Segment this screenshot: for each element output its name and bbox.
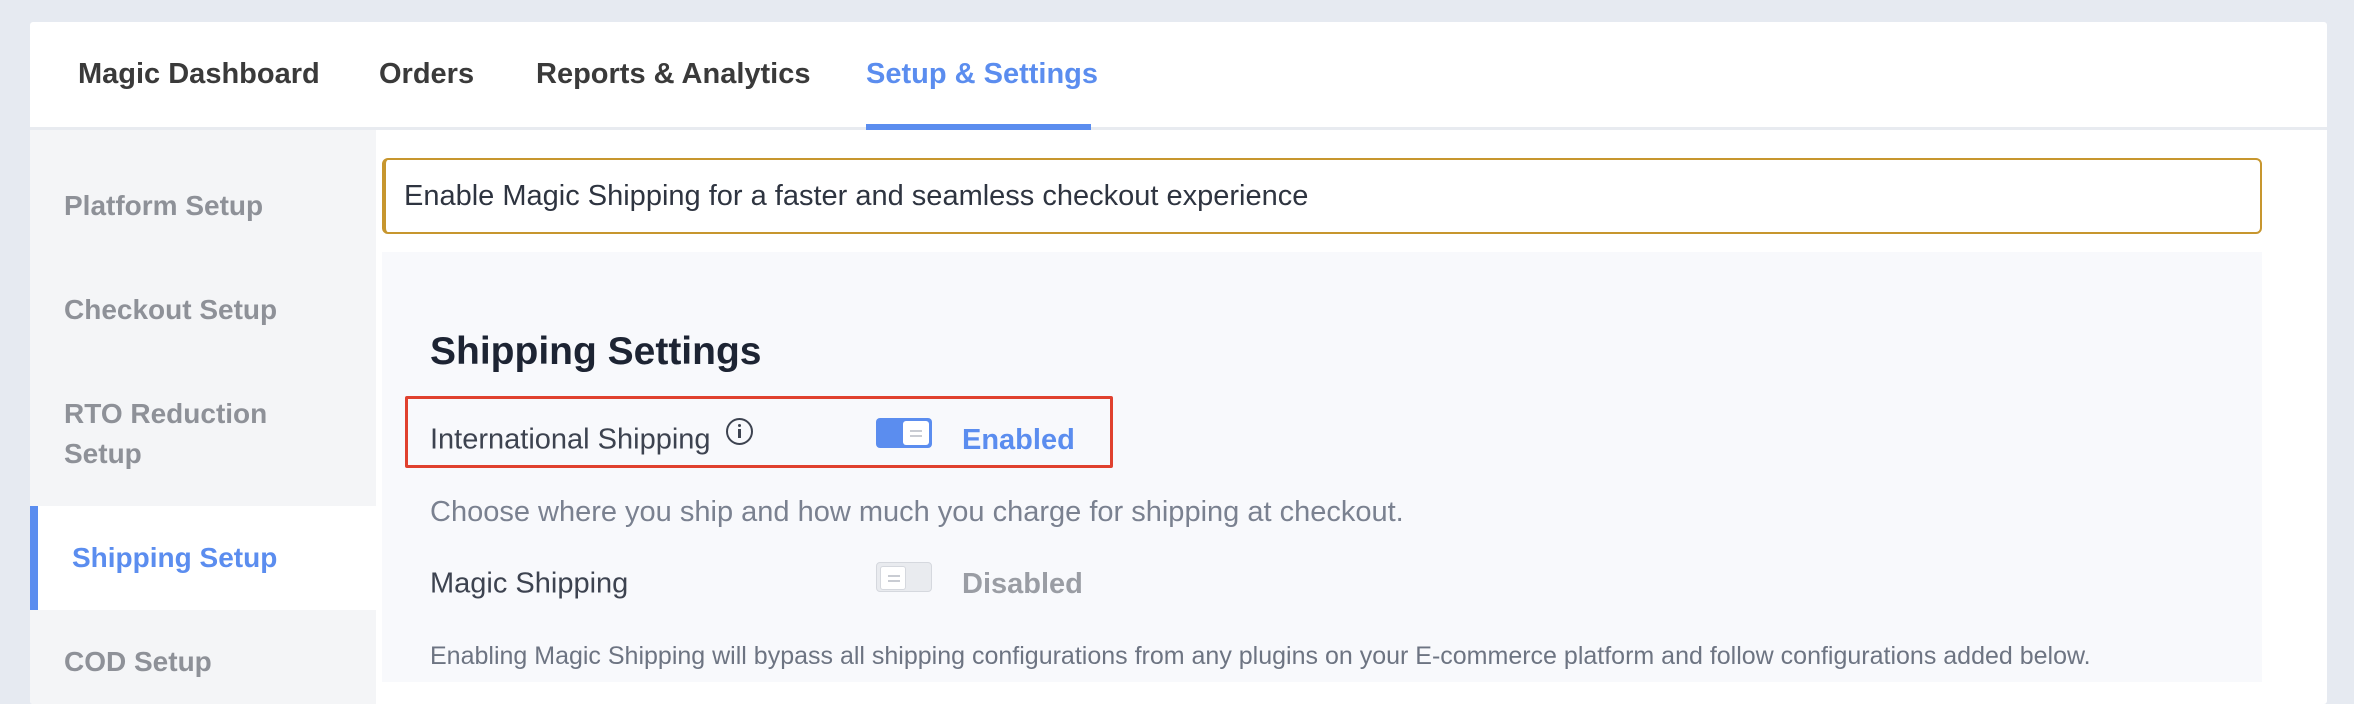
tab-orders[interactable]: Orders xyxy=(379,58,474,91)
info-banner: Enable Magic Shipping for a faster and s… xyxy=(382,158,2262,234)
magic-shipping-description: Enabling Magic Shipping will bypass all … xyxy=(430,642,2091,670)
sidebar-item-label: Platform Setup xyxy=(64,190,264,221)
sidebar-item-rto-reduction-setup[interactable]: RTO Reduction Setup xyxy=(30,394,376,474)
toggle-knob xyxy=(903,421,929,445)
sidebar-item-cod-setup[interactable]: COD Setup xyxy=(30,642,376,682)
active-tab-indicator xyxy=(866,124,1091,130)
section-title: Shipping Settings xyxy=(430,330,762,373)
info-icon[interactable] xyxy=(726,418,753,445)
magic-shipping-toggle[interactable] xyxy=(876,562,932,592)
international-shipping-status: Enabled xyxy=(962,424,1075,456)
sidebar-item-label: RTO Reduction Setup xyxy=(64,398,268,469)
sidebar-item-label: Shipping Setup xyxy=(72,542,278,573)
sidebar-item-checkout-setup[interactable]: Checkout Setup xyxy=(30,290,376,330)
tab-magic-dashboard[interactable]: Magic Dashboard xyxy=(78,58,320,91)
sidebar-item-shipping-setup[interactable]: Shipping Setup xyxy=(30,506,376,610)
sidebar-item-platform-setup[interactable]: Platform Setup xyxy=(30,186,376,226)
tab-reports-analytics[interactable]: Reports & Analytics xyxy=(536,58,811,91)
international-shipping-description: Choose where you ship and how much you c… xyxy=(430,496,1404,528)
sidebar-item-label: Checkout Setup xyxy=(64,294,278,325)
sidebar: Platform Setup Checkout Setup RTO Reduct… xyxy=(30,130,376,704)
magic-shipping-label: Magic Shipping xyxy=(430,567,629,600)
magic-shipping-status: Disabled xyxy=(962,568,1083,600)
tab-setup-settings[interactable]: Setup & Settings xyxy=(866,58,1098,91)
international-shipping-toggle[interactable] xyxy=(876,418,932,448)
sidebar-item-label: COD Setup xyxy=(64,646,212,677)
toggle-knob xyxy=(880,566,906,590)
international-shipping-label: International Shipping xyxy=(430,423,711,456)
top-navigation: Magic Dashboard Orders Reports & Analyti… xyxy=(30,22,2327,130)
